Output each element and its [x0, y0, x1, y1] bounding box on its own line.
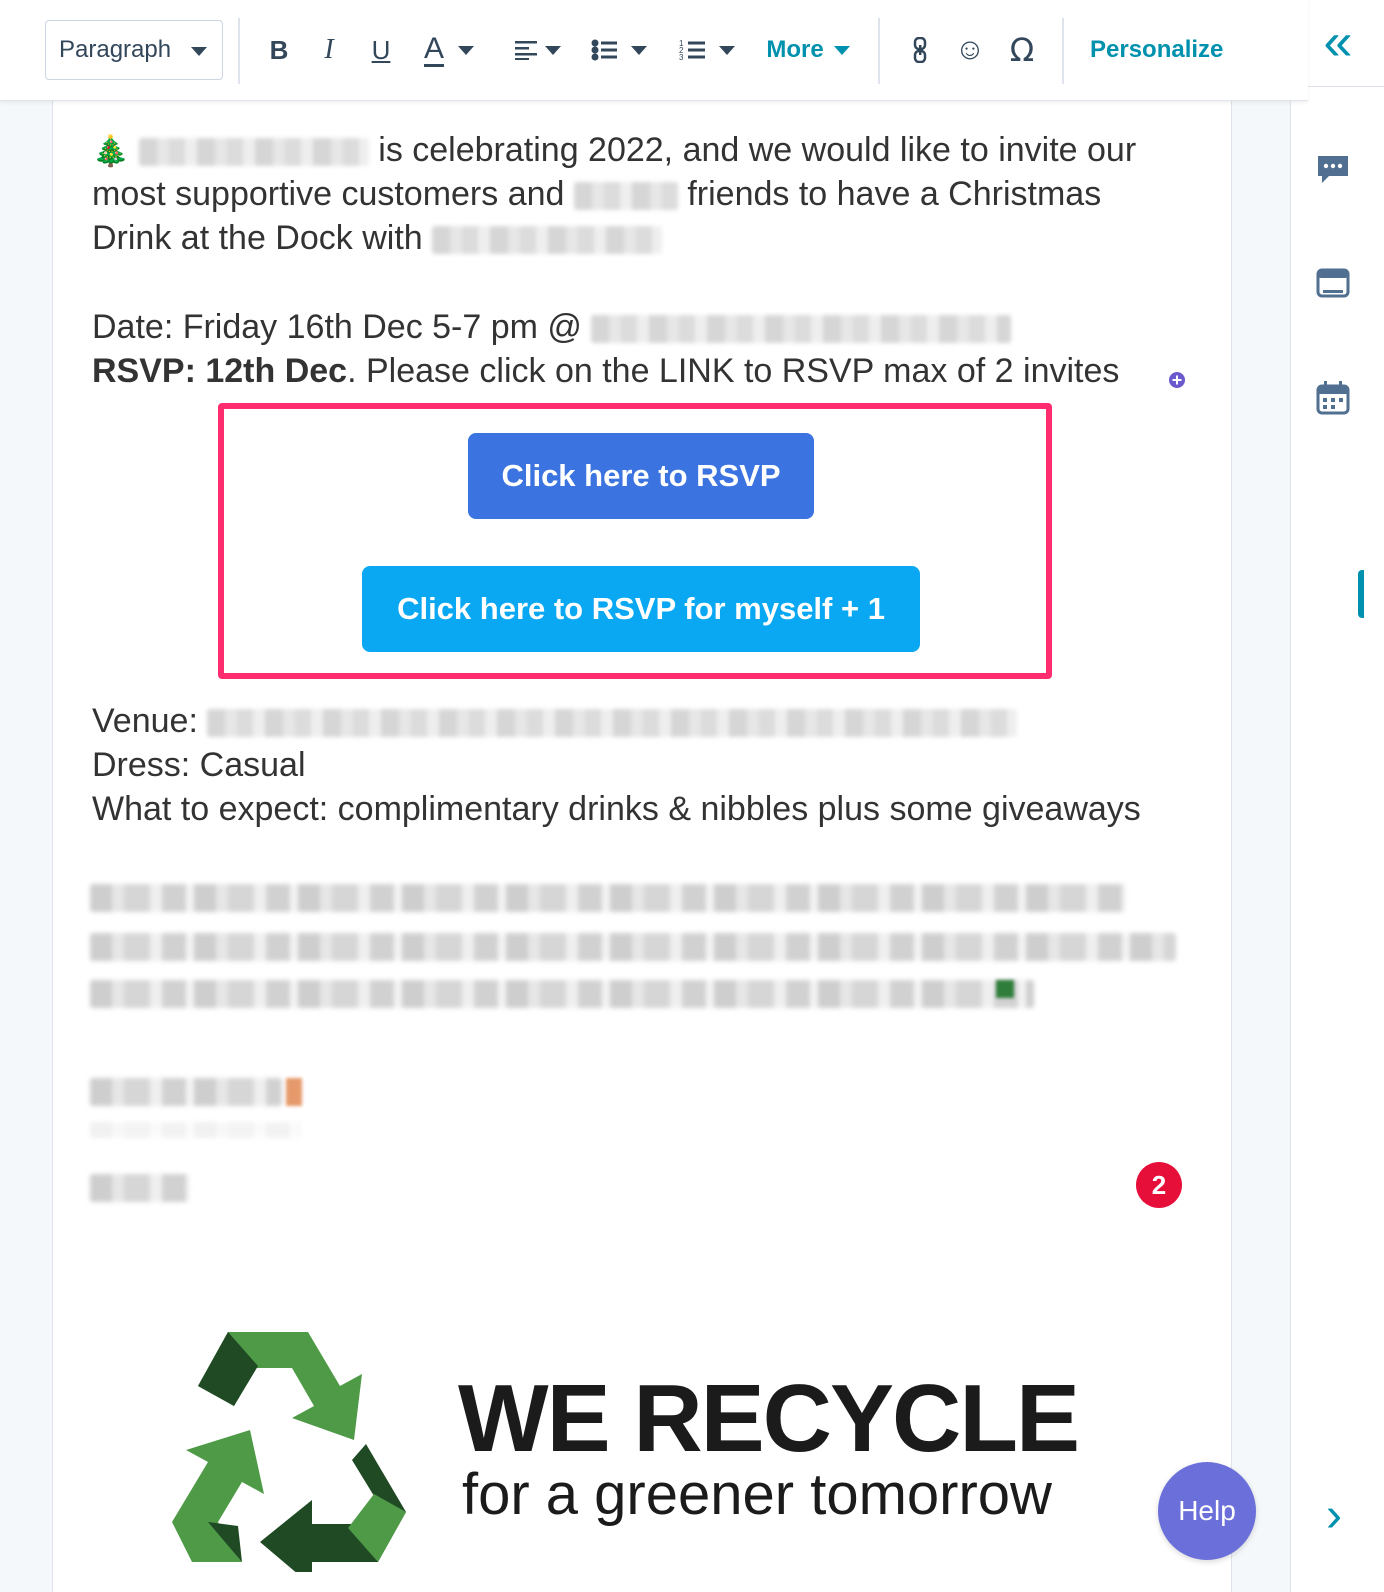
- bulleted-list-icon: [591, 39, 617, 61]
- rsvp-plus-one-label: Click here to RSVP for myself + 1: [397, 591, 885, 626]
- redacted-text-line: [90, 980, 1034, 1008]
- dress-line: Dress: Casual: [92, 743, 306, 787]
- bold-icon: B: [269, 34, 289, 65]
- intro-line-1: 🎄 is celebrating 2022, and we would like…: [92, 128, 1136, 174]
- intro-line-2-text-b: friends to have a Christmas: [687, 175, 1102, 213]
- double-chevron-left-icon: «: [1323, 13, 1353, 71]
- bold-button[interactable]: B: [264, 26, 294, 74]
- chevron-down-icon: [833, 45, 850, 55]
- chevron-down-icon: [719, 45, 735, 55]
- rsvp-line: RSVP: 12th Dec. Please click on the LINK…: [92, 349, 1119, 393]
- redacted-company-name: [138, 138, 369, 167]
- text-color-button[interactable]: A: [414, 26, 484, 74]
- toolbar-divider: [878, 18, 880, 84]
- intro-line-2-text-a: most supportive customers and: [92, 175, 565, 213]
- help-button[interactable]: Help: [1158, 1462, 1256, 1560]
- comment-icon: [1318, 156, 1348, 183]
- notification-badge[interactable]: 2: [1136, 1162, 1182, 1208]
- more-label: More: [766, 36, 824, 63]
- templates-button[interactable]: [1315, 266, 1351, 302]
- underline-icon: U: [371, 34, 391, 65]
- christmas-tree-icon: 🎄: [92, 135, 130, 168]
- logo-title: WE RECYCLE: [458, 1365, 1080, 1472]
- italic-button[interactable]: I: [314, 26, 344, 74]
- redacted-location: [591, 315, 1012, 344]
- chevron-right-icon: ›: [1326, 1489, 1342, 1542]
- recycle-icon: [172, 1332, 406, 1572]
- redacted-text-line: [90, 1174, 190, 1202]
- editor-toolbar: Paragraph B I U A 1 2 3 More ☺ Ω Persona…: [0, 0, 1308, 101]
- chevron-down-icon: [191, 47, 207, 56]
- date-line: Date: Friday 16th Dec 5-7 pm @: [92, 305, 1012, 349]
- redacted-text-line: [90, 1122, 300, 1138]
- schedule-button[interactable]: [1315, 380, 1351, 416]
- insert-link-button[interactable]: [902, 26, 938, 74]
- personalize-button[interactable]: Personalize: [1090, 26, 1230, 74]
- intro-line-2: most supportive customers and friends to…: [92, 172, 1101, 216]
- expect-text: What to expect: complimentary drinks & n…: [92, 790, 1141, 828]
- chevron-down-icon: [631, 45, 647, 55]
- calendar-icon: [1316, 381, 1350, 415]
- chevron-down-icon: [545, 45, 561, 55]
- rsvp-deadline: RSVP: 12th Dec: [92, 352, 348, 390]
- omega-icon: Ω: [1009, 31, 1035, 69]
- svg-text:3: 3: [679, 53, 684, 61]
- sidebar-tab-handle[interactable]: [1358, 570, 1364, 618]
- expect-line: What to expect: complimentary drinks & n…: [92, 787, 1141, 831]
- redacted-text-line: [90, 933, 1176, 961]
- underline-button[interactable]: U: [366, 26, 396, 74]
- align-left-icon: [515, 41, 537, 60]
- help-label: Help: [1178, 1495, 1236, 1526]
- collapse-sidebar-button[interactable]: «: [1313, 14, 1363, 70]
- venue-label: Venue:: [92, 702, 198, 740]
- badge-count: 2: [1151, 1169, 1167, 1200]
- toolbar-divider: [1062, 18, 1064, 84]
- dress-text: Dress: Casual: [92, 746, 306, 784]
- numbered-list-button[interactable]: 1 2 3: [674, 26, 740, 74]
- toolbar-divider: [238, 18, 240, 84]
- more-button[interactable]: More: [760, 26, 856, 74]
- expand-panel-button[interactable]: ›: [1319, 1492, 1349, 1540]
- smiley-icon: ☺: [954, 33, 986, 66]
- date-text: Date: Friday 16th Dec 5-7 pm @: [92, 308, 582, 346]
- right-sidebar: « ›: [1290, 0, 1384, 1592]
- bulleted-list-button[interactable]: [586, 26, 652, 74]
- intro-line-3-text: Drink at the Dock with: [92, 219, 423, 257]
- rsvp-plus-one-button[interactable]: Click here to RSVP for myself + 1: [362, 566, 920, 652]
- special-character-button[interactable]: Ω: [1002, 26, 1042, 74]
- rsvp-button-label: Click here to RSVP: [501, 458, 781, 493]
- redacted-text-line: [90, 884, 1126, 912]
- redacted-venue: [207, 709, 1018, 738]
- add-block-icon[interactable]: [1168, 371, 1186, 389]
- redacted-emoji: [996, 980, 1014, 998]
- text-color-icon: A: [423, 31, 444, 67]
- template-icon: [1316, 268, 1350, 298]
- intro-line-3: Drink at the Dock with: [92, 216, 663, 260]
- redacted-host-name: [432, 226, 663, 255]
- comments-button[interactable]: [1315, 152, 1351, 188]
- rsvp-button[interactable]: Click here to RSVP: [468, 433, 814, 519]
- logo-subtitle: for a greener tomorrow: [462, 1462, 1052, 1527]
- italic-icon: I: [324, 34, 334, 65]
- paragraph-format-select[interactable]: Paragraph: [45, 20, 223, 80]
- venue-line: Venue:: [92, 699, 1018, 743]
- redacted-word: [573, 182, 678, 211]
- insert-emoji-button[interactable]: ☺: [952, 26, 988, 74]
- redacted-emoji: [286, 1078, 302, 1106]
- numbered-list-icon: 1 2 3: [679, 39, 705, 61]
- rsvp-instructions: . Please click on the LINK to RSVP max o…: [347, 352, 1120, 390]
- align-button[interactable]: [510, 26, 566, 74]
- redacted-text-line: [90, 1078, 282, 1106]
- paragraph-format-value: Paragraph: [59, 36, 172, 63]
- personalize-label: Personalize: [1090, 36, 1224, 63]
- link-icon: [913, 37, 927, 63]
- chevron-down-icon: [458, 45, 474, 55]
- intro-line-1-text: is celebrating 2022, and we would like t…: [378, 131, 1137, 169]
